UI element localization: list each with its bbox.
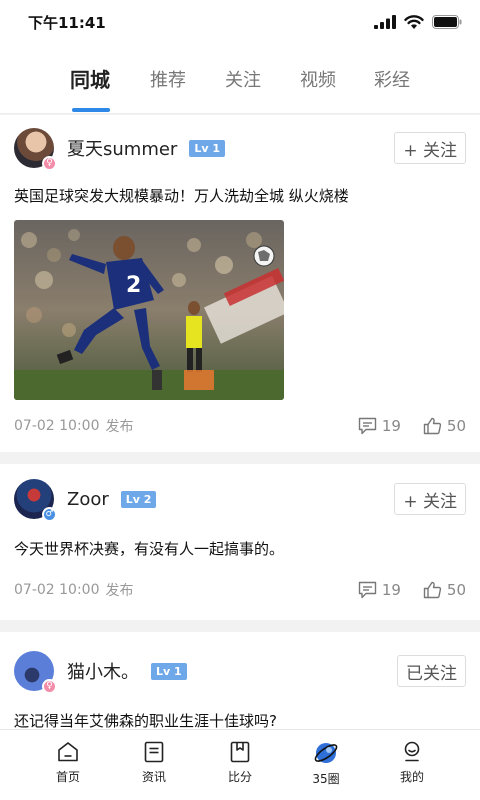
- profile-icon: [404, 741, 420, 762]
- male-icon: ♂: [42, 507, 57, 522]
- post-card[interactable]: ♂ Zoor Lv 2 + 关注 今天世界杯决赛，有没有人一起搞事的。 07-0…: [0, 464, 480, 620]
- comment-count: 19: [381, 417, 401, 435]
- post-time: 07-02 10:00: [14, 418, 100, 434]
- level-badge: Lv 2: [120, 490, 157, 508]
- post-image[interactable]: 2: [14, 220, 284, 400]
- post-header: ♀ 猫小木。 Lv 1 已关注: [14, 632, 466, 710]
- avatar[interactable]: ♀: [14, 651, 57, 694]
- nav-label: 我的: [399, 770, 424, 784]
- battery-icon: [432, 15, 462, 29]
- avatar[interactable]: ♂: [14, 479, 57, 522]
- like-count: 50: [446, 417, 466, 435]
- post-text[interactable]: 还记得当年艾佛森的职业生涯十佳球吗?: [14, 710, 466, 729]
- publish-label: 发布: [105, 583, 134, 599]
- active-tab-indicator: [72, 108, 110, 112]
- nav-home[interactable]: 首页: [38, 740, 98, 785]
- status-time: 下午11:41: [28, 13, 106, 32]
- signal-icon: [374, 15, 396, 29]
- post-meta: 07-02 10:00 发布 19 50: [14, 560, 466, 620]
- thumbs-up-icon: [423, 581, 442, 599]
- comment-button[interactable]: 19: [358, 581, 401, 599]
- nav-score[interactable]: 比分: [210, 740, 270, 785]
- tab-caijing[interactable]: 彩经: [374, 66, 410, 92]
- follow-button[interactable]: + 关注: [394, 483, 466, 515]
- status-icons: [374, 14, 462, 30]
- like-count: 50: [446, 581, 466, 599]
- post-meta: 07-02 10:00 发布 19 50: [14, 400, 466, 452]
- comment-icon: [358, 417, 377, 435]
- comment-button[interactable]: 19: [358, 417, 401, 435]
- feed[interactable]: ♀ 夏天summer Lv 1 + 关注 英国足球突发大规模暴动！万人洗劫全城 …: [0, 115, 480, 729]
- comment-icon: [358, 581, 377, 599]
- publish-label: 发布: [105, 419, 134, 435]
- top-tabs: 同城 推荐 关注 视频 彩经: [0, 44, 480, 114]
- nav-news[interactable]: 资讯: [124, 740, 184, 785]
- username[interactable]: 夏天summer: [67, 135, 177, 161]
- nav-label: 首页: [55, 770, 80, 784]
- post-time: 07-02 10:00: [14, 582, 100, 598]
- post-text[interactable]: 今天世界杯决赛，有没有人一起搞事的。: [14, 534, 466, 560]
- comment-count: 19: [381, 581, 401, 599]
- nav-label: 35圈: [312, 772, 340, 786]
- status-bar: 下午11:41: [0, 0, 480, 44]
- like-button[interactable]: 50: [423, 417, 466, 435]
- score-icon: [230, 741, 250, 763]
- tab-tuijian[interactable]: 推荐: [150, 66, 186, 92]
- thumbs-up-icon: [423, 417, 442, 435]
- like-button[interactable]: 50: [423, 581, 466, 599]
- tab-shipin[interactable]: 视频: [300, 66, 336, 92]
- nav-profile[interactable]: 我的: [382, 740, 442, 785]
- username[interactable]: Zoor: [67, 489, 109, 510]
- level-badge: Lv 1: [151, 662, 187, 680]
- level-badge: Lv 1: [189, 139, 226, 157]
- tab-guanzhu[interactable]: 关注: [225, 66, 261, 92]
- svg-text:2: 2: [126, 273, 141, 298]
- username[interactable]: 猫小木。: [67, 658, 139, 684]
- nav-label: 比分: [227, 770, 252, 784]
- tab-tongcheng[interactable]: 同城: [70, 64, 110, 93]
- followed-button[interactable]: 已关注: [397, 655, 466, 687]
- post-header: ♂ Zoor Lv 2 + 关注: [14, 464, 466, 534]
- planet-icon: [314, 743, 338, 763]
- follow-button[interactable]: + 关注: [394, 132, 466, 164]
- female-icon: ♀: [42, 156, 57, 171]
- nav-label: 资讯: [141, 770, 166, 784]
- nav-35quan[interactable]: 35圈: [296, 740, 356, 787]
- wifi-icon: [404, 14, 424, 29]
- news-icon: [144, 741, 164, 763]
- post-text[interactable]: 英国足球突发大规模暴动！万人洗劫全城 纵火烧楼: [14, 181, 466, 207]
- female-icon: ♀: [42, 679, 57, 694]
- bottom-nav: 首页 资讯 比分 35圈 我的: [0, 729, 480, 800]
- home-icon: [58, 742, 78, 762]
- post-card[interactable]: ♀ 夏天summer Lv 1 + 关注 英国足球突发大规模暴动！万人洗劫全城 …: [0, 115, 480, 452]
- post-header: ♀ 夏天summer Lv 1 + 关注: [14, 115, 466, 181]
- avatar[interactable]: ♀: [14, 128, 57, 171]
- post-card[interactable]: ♀ 猫小木。 Lv 1 已关注 还记得当年艾佛森的职业生涯十佳球吗?: [0, 632, 480, 729]
